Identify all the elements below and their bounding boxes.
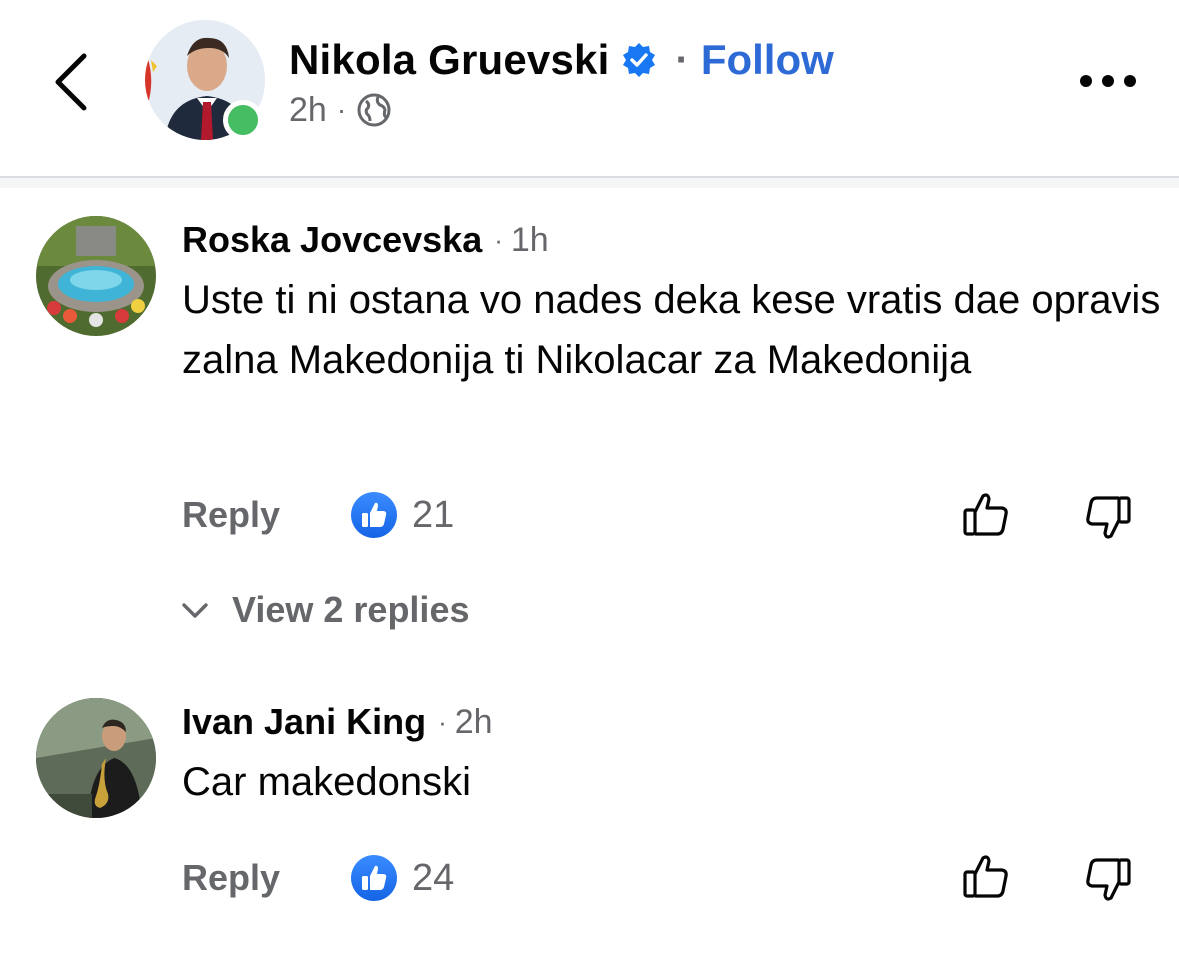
more-horizontal-icon [1080,75,1092,87]
post-header: Nikola Gruevski · Follow 2h · [0,0,1179,176]
view-replies-label: View 2 replies [232,589,470,630]
online-status-indicator [223,100,263,140]
post-time: 2h [289,90,327,129]
thumbs-down-outline-icon[interactable] [1082,854,1134,906]
like-count: 24 [412,857,455,899]
comment-separator: · [438,706,447,737]
chevron-down-icon [182,603,208,618]
meta-separator: · [336,94,347,125]
header-divider-band [0,178,1179,188]
commenter-avatar[interactable] [36,216,156,336]
comment-header: Ivan Jani King · 2h [182,698,493,746]
more-options-button[interactable] [1080,72,1136,90]
title-separator: · [675,38,689,82]
like-count: 21 [412,494,455,536]
comment-time: 1h [510,220,549,259]
post-meta: 2h · [289,88,392,132]
comment-separator: · [494,224,503,255]
thumbs-up-outline-icon[interactable] [960,850,1012,902]
commenter-avatar[interactable] [36,698,156,818]
author-name[interactable]: Nikola Gruevski [289,36,609,84]
reply-button[interactable]: Reply [182,857,280,899]
chevron-left-icon[interactable] [48,50,98,114]
comment-time: 2h [454,702,493,741]
comment-header: Roska Jovcevska · 1h [182,216,549,264]
post-title-row: Nikola Gruevski · Follow [289,32,834,88]
thumbs-up-filled-icon [351,855,397,901]
comment-text: Car makedonski [182,760,472,804]
thumbs-down-outline-icon[interactable] [1082,492,1134,544]
reply-button[interactable]: Reply [182,494,280,536]
follow-button[interactable]: Follow [701,36,834,84]
thumbs-up-filled-icon [351,492,397,538]
comment-text: Uste ti ni ostana vo nades deka kese vra… [182,278,1161,382]
commenter-name[interactable]: Ivan Jani King [182,701,426,743]
thumbs-up-outline-icon[interactable] [960,488,1012,540]
verified-badge-icon [623,43,656,77]
globe-icon[interactable] [356,92,392,128]
commenter-name[interactable]: Roska Jovcevska [182,219,482,261]
view-replies-button[interactable]: View 2 replies [180,588,469,632]
